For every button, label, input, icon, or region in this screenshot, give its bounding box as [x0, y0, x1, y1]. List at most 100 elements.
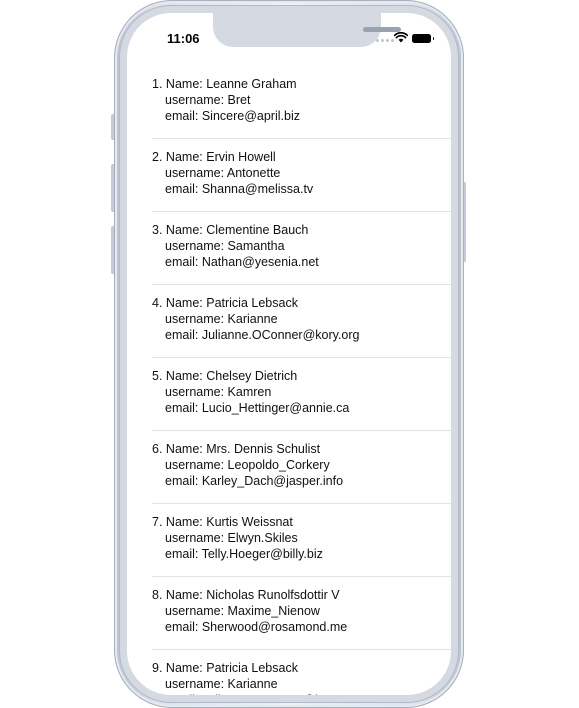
user-username: Elwyn.Skiles [227, 531, 298, 545]
device-stage: 11:06 1. Name: Leanne Graham username: B… [0, 0, 579, 708]
list-item[interactable]: 5. Name: Chelsey Dietrich username: Kamr… [127, 358, 451, 431]
name-line: 1. Name: Leanne Graham [152, 76, 451, 92]
user-list[interactable]: 1. Name: Leanne Graham username: Bret em… [127, 66, 451, 695]
email-label: email: [165, 182, 199, 196]
email-line: email: Telly.Hoeger@billy.biz [152, 546, 451, 562]
phone-bezel: 11:06 1. Name: Leanne Graham username: B… [119, 5, 459, 703]
status-bar: 11:06 [127, 13, 451, 57]
username-label: username: [165, 385, 225, 399]
user-username: Maxime_Nienow [227, 604, 320, 618]
name-label: Name: [165, 369, 203, 383]
email-line: email: Sincere@april.biz [152, 108, 451, 124]
status-time: 11:06 [167, 31, 200, 46]
username-line: username: Karianne [152, 676, 451, 692]
username-line: username: Karianne [152, 311, 451, 327]
email-label: email: [165, 547, 199, 561]
item-index: 8. [152, 588, 163, 602]
username-line: username: Elwyn.Skiles [152, 530, 451, 546]
list-item[interactable]: 4. Name: Patricia Lebsack username: Kari… [127, 285, 451, 358]
username-line: username: Kamren [152, 384, 451, 400]
username-label: username: [165, 239, 225, 253]
item-index: 4. [152, 296, 163, 310]
user-email: Julianne.OConner@kory.org [201, 328, 360, 342]
user-name: Ervin Howell [206, 150, 276, 164]
name-line: 3. Name: Clementine Bauch [152, 222, 451, 238]
wifi-icon [394, 32, 408, 43]
user-name: Kurtis Weissnat [206, 515, 293, 529]
email-label: email: [165, 109, 199, 123]
user-username: Karianne [227, 677, 278, 691]
item-index: 1. [152, 77, 163, 91]
user-name: Leanne Graham [206, 77, 297, 91]
user-name: Patricia Lebsack [206, 661, 298, 675]
username-label: username: [165, 312, 225, 326]
email-line: email: Lucio_Hettinger@annie.ca [152, 400, 451, 416]
user-email: Nathan@yesenia.net [201, 255, 319, 269]
list-item[interactable]: 6. Name: Mrs. Dennis Schulist username: … [127, 431, 451, 504]
user-email: Karley_Dach@jasper.info [201, 474, 344, 488]
user-username: Kamren [227, 385, 272, 399]
user-email: Lucio_Hettinger@annie.ca [201, 401, 350, 415]
item-index: 3. [152, 223, 163, 237]
list-item[interactable]: 9. Name: Patricia Lebsack username: Kari… [127, 650, 451, 695]
name-line: 5. Name: Chelsey Dietrich [152, 368, 451, 384]
name-line: 8. Name: Nicholas Runolfsdottir V [152, 587, 451, 603]
phone-frame: 11:06 1. Name: Leanne Graham username: B… [114, 0, 464, 708]
email-label: email: [165, 255, 199, 269]
user-username: Samantha [227, 239, 285, 253]
username-line: username: Bret [152, 92, 451, 108]
username-label: username: [165, 93, 225, 107]
username-line: username: Maxime_Nienow [152, 603, 451, 619]
battery-icon [412, 34, 434, 43]
email-label: email: [165, 693, 198, 695]
username-label: username: [165, 604, 225, 618]
username-line: username: Leopoldo_Corkery [152, 457, 451, 473]
user-username: Antonette [226, 166, 281, 180]
username-line: username: Antonette [152, 165, 451, 181]
email-label: email: [165, 401, 199, 415]
email-line: email: Julianne.OConner@kory.org [152, 692, 451, 695]
user-name: Patricia Lebsack [206, 296, 298, 310]
item-index: 5. [152, 369, 163, 383]
name-label: Name: [165, 77, 203, 91]
phone-screen: 11:06 1. Name: Leanne Graham username: B… [127, 13, 451, 695]
list-item[interactable]: 2. Name: Ervin Howell username: Antonett… [127, 139, 451, 212]
list-item[interactable]: 8. Name: Nicholas Runolfsdottir V userna… [127, 577, 451, 650]
list-item[interactable]: 3. Name: Clementine Bauch username: Sama… [127, 212, 451, 285]
email-label: email: [165, 474, 199, 488]
item-index: 9. [152, 661, 163, 675]
user-username: Leopoldo_Corkery [227, 458, 330, 472]
user-email: Telly.Hoeger@billy.biz [201, 547, 323, 561]
list-item[interactable]: 1. Name: Leanne Graham username: Bret em… [127, 66, 451, 139]
user-email: Sincere@april.biz [201, 109, 300, 123]
email-line: email: Nathan@yesenia.net [152, 254, 451, 270]
username-label: username: [165, 166, 225, 180]
name-line: 9. Name: Patricia Lebsack [152, 660, 451, 676]
name-label: Name: [165, 515, 203, 529]
name-label: Name: [165, 442, 203, 456]
username-label: username: [165, 677, 225, 691]
email-label: email: [165, 620, 199, 634]
cellular-signal-icon [376, 39, 394, 42]
user-username: Karianne [227, 312, 278, 326]
name-label: Name: [165, 223, 203, 237]
name-line: 6. Name: Mrs. Dennis Schulist [152, 441, 451, 457]
name-line: 4. Name: Patricia Lebsack [152, 295, 451, 311]
item-index: 2. [152, 150, 163, 164]
user-email: Julianne.OConner@kory.org [202, 693, 360, 695]
list-item[interactable]: 7. Name: Kurtis Weissnat username: Elwyn… [127, 504, 451, 577]
user-email: Shanna@melissa.tv [201, 182, 314, 196]
user-name: Nicholas Runolfsdottir V [206, 588, 340, 602]
name-line: 7. Name: Kurtis Weissnat [152, 514, 451, 530]
email-line: email: Julianne.OConner@kory.org [152, 327, 451, 343]
email-line: email: Shanna@melissa.tv [152, 181, 451, 197]
user-name: Chelsey Dietrich [206, 369, 298, 383]
username-label: username: [165, 531, 225, 545]
username-label: username: [165, 458, 225, 472]
email-line: email: Karley_Dach@jasper.info [152, 473, 451, 489]
user-name: Clementine Bauch [206, 223, 309, 237]
notch [213, 13, 401, 47]
user-name: Mrs. Dennis Schulist [206, 442, 321, 456]
user-email: Sherwood@rosamond.me [201, 620, 348, 634]
email-line: email: Sherwood@rosamond.me [152, 619, 451, 635]
